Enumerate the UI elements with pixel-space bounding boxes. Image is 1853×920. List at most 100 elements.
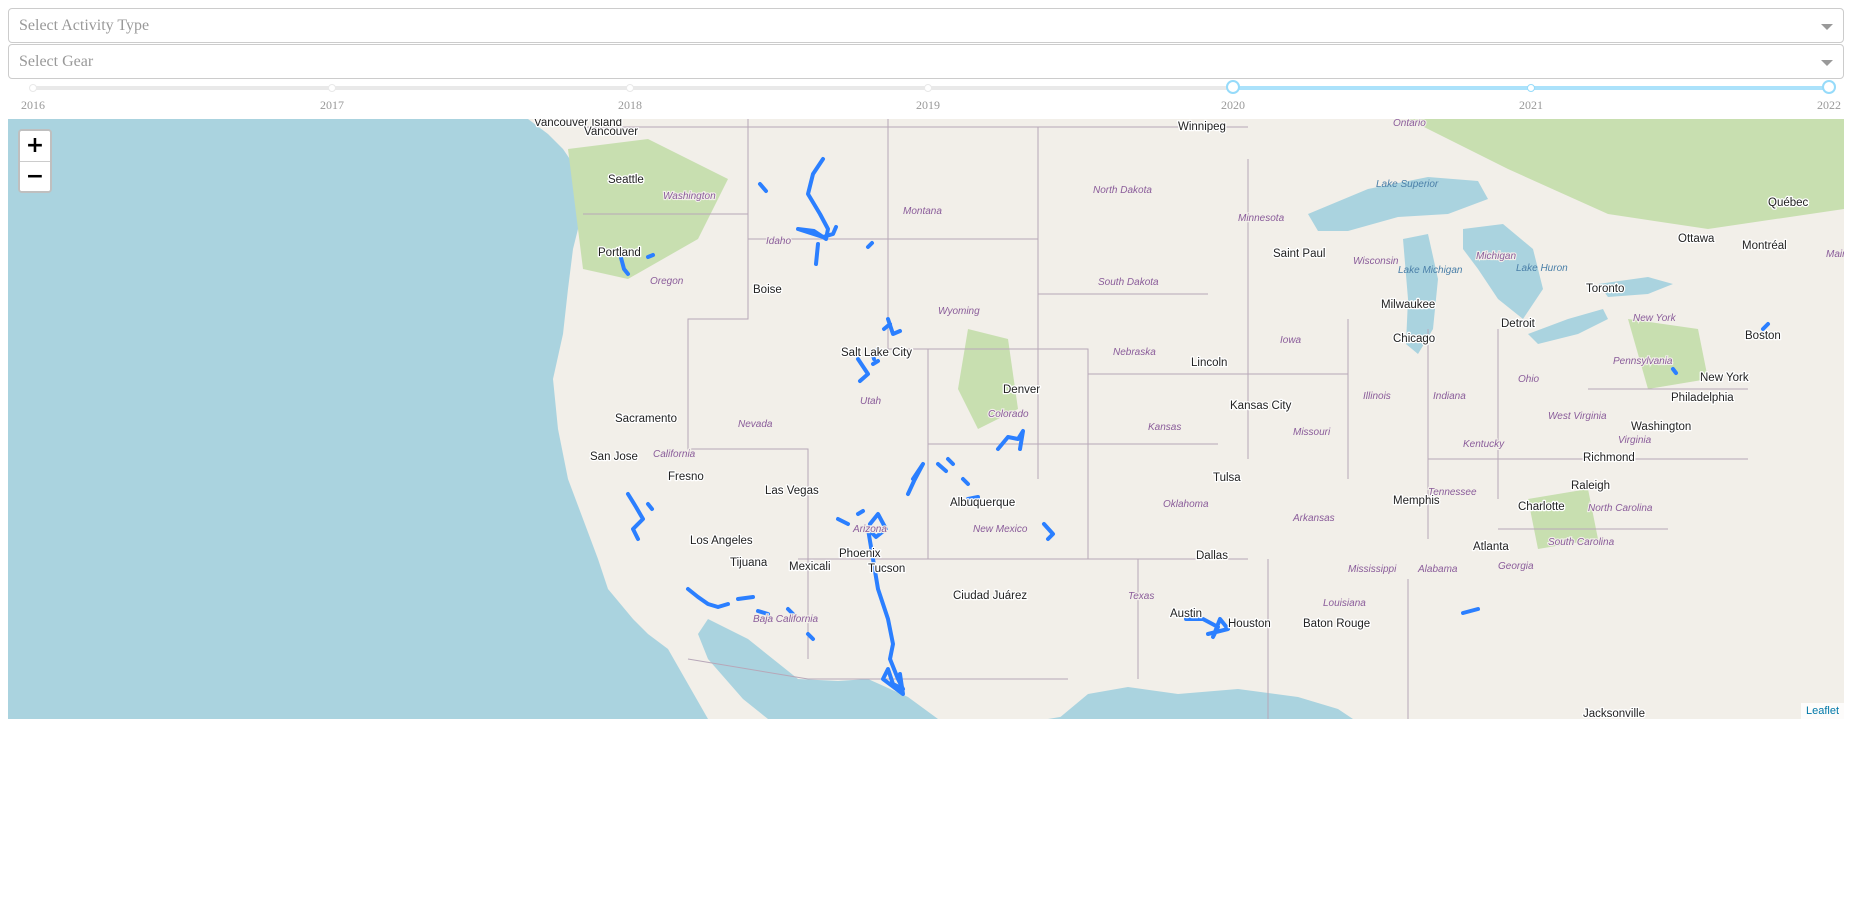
activity-track [814, 242, 820, 266]
region-label: Wisconsin [1353, 256, 1399, 267]
slider-mark-2021[interactable]: 2021 [1519, 98, 1543, 113]
city-label: Ottawa [1678, 233, 1715, 245]
chevron-down-icon[interactable] [1821, 24, 1833, 30]
region-label: California [653, 449, 696, 460]
region-label: Arizona [852, 524, 887, 535]
slider-dot-2019[interactable] [924, 84, 932, 92]
region-label: Minnesota [1238, 213, 1285, 224]
year-range-slider[interactable]: 2016 2017 2018 2019 2020 2021 2022 [8, 80, 1844, 118]
region-label: New York [1633, 313, 1677, 324]
activity-type-select[interactable]: Select Activity Type [8, 8, 1844, 43]
slider-handle-start[interactable] [1226, 80, 1240, 94]
city-label: Charlotte [1518, 501, 1565, 513]
city-label: New York [1700, 372, 1749, 384]
activity-track [866, 241, 874, 249]
city-label: Seattle [608, 174, 644, 186]
city-label: Vancouver [584, 126, 638, 138]
water-label: Lake Michigan [1398, 265, 1463, 276]
region-label: Idaho [766, 236, 791, 247]
zoom-in-button[interactable]: + [20, 131, 50, 161]
region-label: Oregon [650, 276, 684, 287]
region-label: Washington [663, 191, 716, 202]
city-label: Houston [1228, 618, 1271, 630]
region-label: Michigan [1476, 251, 1516, 262]
city-label: Atlanta [1473, 541, 1509, 553]
chevron-down-icon[interactable] [1821, 60, 1833, 66]
slider-mark-2018[interactable]: 2018 [618, 98, 642, 113]
gear-placeholder: Select Gear [19, 53, 94, 70]
water-label: Lake Huron [1516, 263, 1568, 274]
region-label: Baja California [753, 614, 818, 625]
region-label: Louisiana [1323, 598, 1366, 609]
region-label: Kentucky [1463, 439, 1505, 450]
slider-handle-end[interactable] [1822, 80, 1836, 94]
region-label: Georgia [1498, 561, 1534, 572]
region-label: Virginia [1618, 435, 1652, 446]
city-label: Mexicali [789, 561, 831, 573]
city-label: Saint Paul [1273, 248, 1325, 260]
city-label: Kansas City [1230, 400, 1292, 412]
city-label: Montréal [1742, 240, 1787, 252]
city-label: Chicago [1393, 333, 1435, 345]
slider-dot-2017[interactable] [328, 84, 336, 92]
activity-type-placeholder: Select Activity Type [19, 17, 150, 34]
city-label: Los Angeles [690, 535, 753, 547]
activity-track [1671, 367, 1678, 375]
city-label: Dallas [1196, 550, 1228, 562]
city-label: Tulsa [1213, 472, 1241, 484]
city-label: Portland [598, 247, 641, 259]
region-label: Mississippi [1348, 564, 1397, 575]
city-label: San Jose [590, 451, 638, 463]
city-label: Denver [1003, 384, 1040, 396]
gear-select[interactable]: Select Gear [8, 44, 1844, 79]
region-label: Alabama [1417, 564, 1458, 575]
city-label: Ciudad Juárez [953, 590, 1027, 602]
zoom-out-button[interactable]: − [20, 161, 50, 191]
region-label: Nebraska [1113, 347, 1156, 358]
leaflet-attribution-link[interactable]: Leaflet [1800, 703, 1844, 719]
city-label: Boston [1745, 330, 1781, 342]
slider-mark-2022[interactable]: 2022 [1817, 98, 1841, 113]
region-label: Nevada [738, 419, 773, 430]
slider-mark-2017[interactable]: 2017 [320, 98, 344, 113]
region-label: South Dakota [1098, 277, 1159, 288]
slider-dot-2021[interactable] [1527, 84, 1535, 92]
city-label: Jacksonville [1583, 708, 1645, 719]
slider-mark-2020[interactable]: 2020 [1221, 98, 1245, 113]
region-label: Arkansas [1292, 513, 1335, 524]
city-label: Boise [753, 284, 782, 296]
region-label: New Mexico [973, 524, 1028, 535]
region-label: Indiana [1433, 391, 1466, 402]
city-label: Tucson [868, 563, 905, 575]
city-label: Fresno [668, 471, 704, 483]
city-label: Milwaukee [1381, 299, 1435, 311]
city-label: Washington [1631, 421, 1691, 433]
region-label: Missouri [1293, 427, 1331, 438]
city-label: Las Vegas [765, 485, 819, 497]
city-label: Toronto [1586, 283, 1624, 295]
city-label: Richmond [1583, 452, 1635, 464]
zoom-control: + − [18, 129, 52, 193]
slider-mark-2016[interactable]: 2016 [21, 98, 45, 113]
region-label: Ohio [1518, 374, 1540, 385]
region-label: Montana [903, 206, 942, 217]
region-label: Colorado [988, 409, 1029, 420]
activity-map[interactable]: Washington Oregon Idaho Montana Wyoming … [8, 119, 1844, 719]
city-label: Québec [1768, 197, 1809, 209]
slider-dot-2018[interactable] [626, 84, 634, 92]
slider-dot-2016[interactable] [29, 84, 37, 92]
region-label: Kansas [1148, 422, 1181, 433]
city-label: Raleigh [1571, 480, 1610, 492]
region-label: West Virginia [1548, 411, 1607, 422]
region-label: Oklahoma [1163, 499, 1209, 510]
region-label: Maine [1826, 249, 1844, 260]
city-label: Memphis [1393, 495, 1440, 507]
city-label: Sacramento [615, 413, 677, 425]
city-label: Detroit [1501, 318, 1536, 330]
city-label: Austin [1170, 608, 1202, 620]
region-label: Ontario [1393, 119, 1426, 129]
water-label: Lake Superior [1376, 179, 1439, 190]
map-tiles[interactable]: Washington Oregon Idaho Montana Wyoming … [8, 119, 1844, 719]
city-label: Tijuana [730, 557, 768, 569]
slider-mark-2019[interactable]: 2019 [916, 98, 940, 113]
